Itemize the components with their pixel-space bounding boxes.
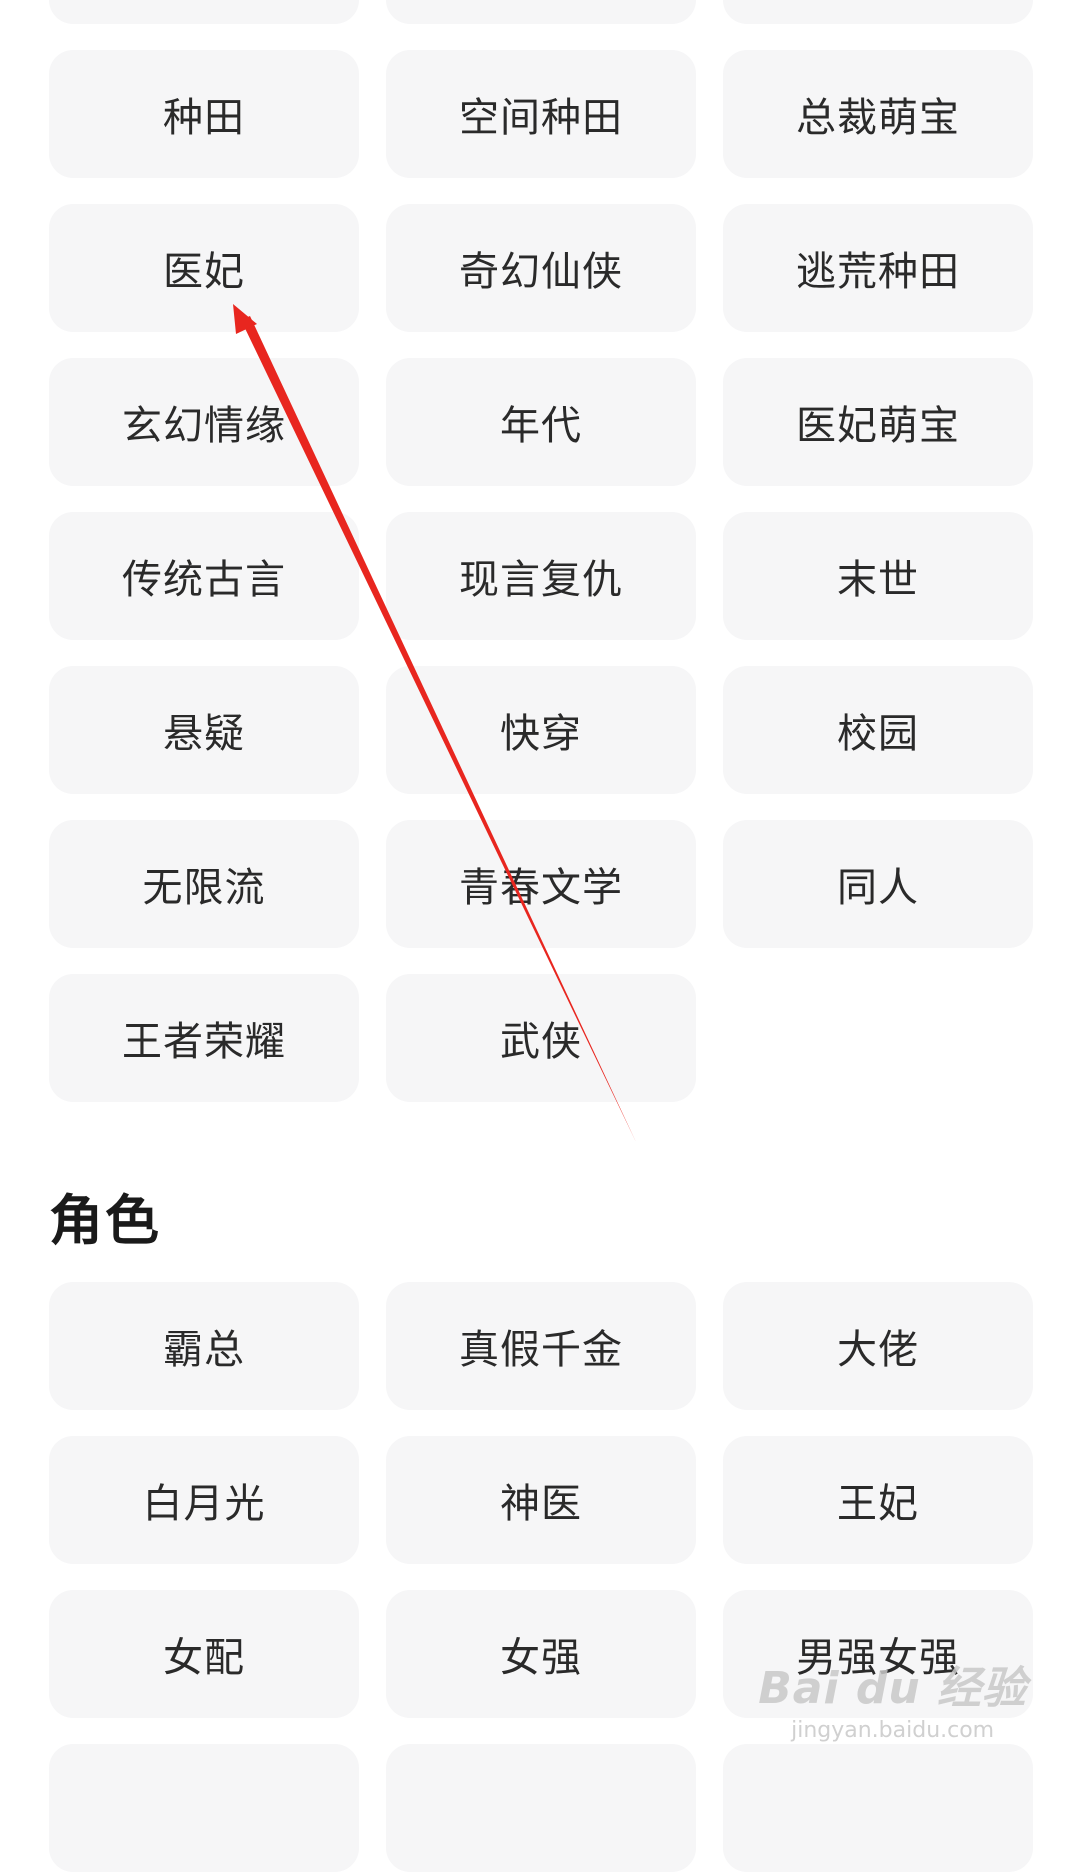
role-tag-nvqiang[interactable]: 女强 xyxy=(386,1590,696,1718)
genre-tag-xuanyi[interactable]: 悬疑 xyxy=(49,666,359,794)
genre-tag-xiaoyuan[interactable]: 校园 xyxy=(723,666,1033,794)
genre-tag-kongjian-zhongtian[interactable]: 空间种田 xyxy=(386,50,696,178)
genre-tag-wuxia[interactable]: 武侠 xyxy=(386,974,696,1102)
genre-tag-wuxianliu[interactable]: 无限流 xyxy=(49,820,359,948)
role-tag-nvpei[interactable]: 女配 xyxy=(49,1590,359,1718)
role-tag-partial[interactable] xyxy=(386,1744,696,1872)
genre-tag-taohuang-zhongtian[interactable]: 逃荒种田 xyxy=(723,204,1033,332)
role-tag-partial[interactable] xyxy=(723,1744,1033,1872)
genre-tag-partial[interactable] xyxy=(386,0,696,24)
role-tag-dalao[interactable]: 大佬 xyxy=(723,1282,1033,1410)
genre-tag-wangzhe-rongyao[interactable]: 王者荣耀 xyxy=(49,974,359,1102)
genre-tag-qihuan-xianxia[interactable]: 奇幻仙侠 xyxy=(386,204,696,332)
genre-tag-partial[interactable] xyxy=(723,0,1033,24)
role-tag-partial[interactable] xyxy=(49,1744,359,1872)
genre-tag-moshi[interactable]: 末世 xyxy=(723,512,1033,640)
genre-tag-zhongtian[interactable]: 种田 xyxy=(49,50,359,178)
genre-tag-xuanhuan-qingyuan[interactable]: 玄幻情缘 xyxy=(49,358,359,486)
genre-tag-chuantong-guyan[interactable]: 传统古言 xyxy=(49,512,359,640)
genre-tag-grid: 种田 空间种田 总裁萌宝 医妃 奇幻仙侠 逃荒种田 玄幻情缘 年代 医妃萌宝 传… xyxy=(49,0,1033,1102)
role-tag-grid: 霸总 真假千金 大佬 白月光 神医 王妃 女配 女强 男强女强 xyxy=(49,1282,1033,1872)
role-tag-nanqiang-nvqiang[interactable]: 男强女强 xyxy=(723,1590,1033,1718)
genre-tag-tongren[interactable]: 同人 xyxy=(723,820,1033,948)
genre-tag-yifei-mengbao[interactable]: 医妃萌宝 xyxy=(723,358,1033,486)
genre-tag-partial[interactable] xyxy=(49,0,359,24)
role-tag-baiyueguang[interactable]: 白月光 xyxy=(49,1436,359,1564)
role-tag-bazong[interactable]: 霸总 xyxy=(49,1282,359,1410)
genre-tag-zongcai-mengbao[interactable]: 总裁萌宝 xyxy=(723,50,1033,178)
role-tag-zhenjia-qianjin[interactable]: 真假千金 xyxy=(386,1282,696,1410)
genre-tag-niandai[interactable]: 年代 xyxy=(386,358,696,486)
genre-tag-yifei[interactable]: 医妃 xyxy=(49,204,359,332)
role-section-title: 角色 xyxy=(49,1189,161,1252)
role-tag-shenyi[interactable]: 神医 xyxy=(386,1436,696,1564)
genre-tag-kuaichuan[interactable]: 快穿 xyxy=(386,666,696,794)
tag-picker-page: 种田 空间种田 总裁萌宝 医妃 奇幻仙侠 逃荒种田 玄幻情缘 年代 医妃萌宝 传… xyxy=(0,0,1077,1872)
role-tag-wangfei[interactable]: 王妃 xyxy=(723,1436,1033,1564)
genre-tag-xianyan-fuchou[interactable]: 现言复仇 xyxy=(386,512,696,640)
genre-tag-qingchun-wenxue[interactable]: 青春文学 xyxy=(386,820,696,948)
